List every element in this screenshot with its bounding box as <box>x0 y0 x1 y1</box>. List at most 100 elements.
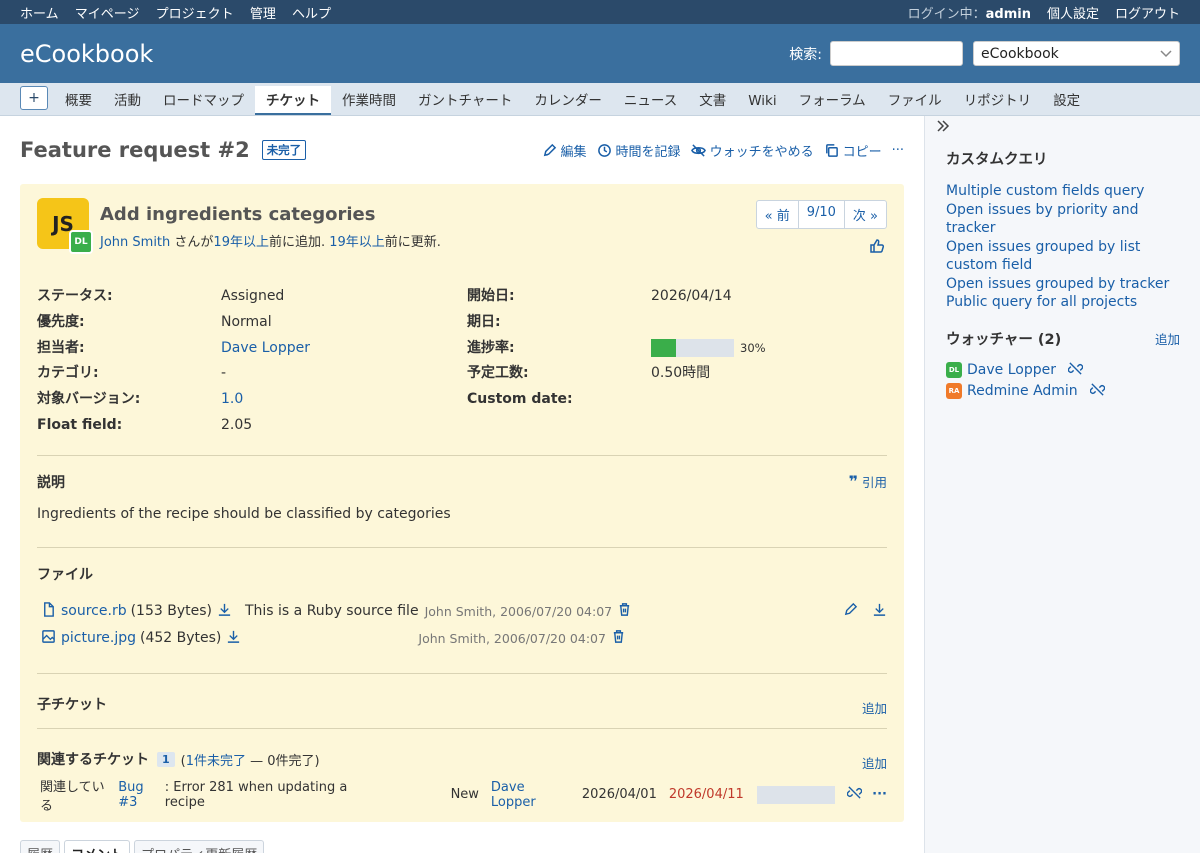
tab-history[interactable]: 履歴 <box>20 840 61 853</box>
sidebar: カスタムクエリ Multiple custom fields query Ope… <box>924 116 1200 853</box>
quote-label: 引用 <box>861 475 887 491</box>
added-ago-link[interactable]: 19年以上 <box>213 235 269 250</box>
tab-wiki[interactable]: Wiki <box>737 86 787 115</box>
top-menu-left: ホーム マイページ プロジェクト 管理 ヘルプ <box>20 3 343 22</box>
tab-files[interactable]: ファイル <box>877 86 953 115</box>
subtasks-head: 子チケット 追加 <box>37 692 887 717</box>
custom-query-link[interactable]: Multiple custom fields query <box>946 182 1180 201</box>
collapse-sidebar-icon[interactable] <box>936 120 1180 136</box>
top-menu: ホーム マイページ プロジェクト 管理 ヘルプ ログイン中：admin 個人設定… <box>0 0 1200 24</box>
remove-watcher-icon[interactable] <box>1056 361 1084 380</box>
top-menu-admin[interactable]: 管理 <box>250 7 276 22</box>
top-menu-home[interactable]: ホーム <box>20 7 59 22</box>
issue-attributes: ステータス: Assigned 開始日: 2026/04/14 優先度: Nor… <box>37 284 887 439</box>
status-value: Assigned <box>221 288 285 304</box>
unlink-icon[interactable] <box>846 785 863 804</box>
related-issue-start: 2026/04/01 <box>581 787 657 803</box>
priority-label: 優先度: <box>37 313 85 330</box>
my-account-link[interactable]: 個人設定 <box>1047 3 1099 22</box>
assignee-label: 担当者: <box>37 339 85 356</box>
download-all-icon[interactable] <box>872 602 887 621</box>
target-version-link[interactable]: 1.0 <box>221 391 243 407</box>
top-menu-my-page[interactable]: マイページ <box>75 7 140 22</box>
more-actions-button[interactable]: ··· <box>892 143 904 158</box>
relations-open-link[interactable]: 1件未完了 <box>186 754 246 769</box>
more-dots-icon: ··· <box>891 142 904 158</box>
previous-issue-button[interactable]: « 前 <box>757 201 799 228</box>
relation-more-dots-icon[interactable]: ··· <box>872 787 887 802</box>
float-field-value: 2.05 <box>221 416 253 433</box>
trash-icon[interactable] <box>611 629 626 648</box>
add-watcher-link[interactable]: 追加 <box>1155 329 1180 348</box>
custom-query-link[interactable]: Open issues grouped by list custom field <box>946 238 1180 275</box>
thumbs-up-icon[interactable] <box>869 238 885 258</box>
remove-watcher-icon[interactable] <box>1078 382 1105 401</box>
tab-activity[interactable]: 活動 <box>103 86 152 115</box>
copy-button[interactable]: コピー <box>824 141 882 160</box>
related-issue-link[interactable]: Bug #3 <box>118 780 165 810</box>
search-input[interactable] <box>830 41 963 66</box>
log-time-button[interactable]: 時間を記録 <box>597 141 681 160</box>
watcher-link[interactable]: Redmine Admin <box>967 383 1078 399</box>
relations-count-badge: 1 <box>157 751 175 767</box>
quick-search: 検索: eCookbook <box>789 41 1180 66</box>
assignee-link[interactable]: Dave Lopper <box>221 340 310 356</box>
next-issue-button[interactable]: 次 » <box>845 201 886 228</box>
watchers-heading: ウォッチャー (2) <box>946 331 1062 348</box>
file-meta: John Smith, 2006/07/20 04:07 <box>418 630 606 646</box>
issue-title: Feature request #2 <box>20 138 250 162</box>
assignee-avatar: DL <box>69 230 93 254</box>
add-subtask-link[interactable]: 追加 <box>862 698 887 717</box>
watcher-item: RA Redmine Admin <box>946 381 1180 402</box>
pencil-icon[interactable] <box>843 602 858 621</box>
project-jump-select[interactable]: eCookbook <box>973 41 1180 66</box>
tab-news[interactable]: ニュース <box>613 86 688 115</box>
relation-type: 関連している <box>40 779 105 814</box>
top-menu-projects[interactable]: プロジェクト <box>156 7 234 22</box>
top-menu-help[interactable]: ヘルプ <box>292 7 331 22</box>
related-issue-status: New <box>450 787 479 803</box>
tab-documents[interactable]: 文書 <box>688 86 737 115</box>
unwatch-button[interactable]: ウォッチをやめる <box>690 141 814 160</box>
tab-property-changes[interactable]: プロパティ更新履歴 <box>134 840 265 853</box>
add-relation-link[interactable]: 追加 <box>862 753 887 772</box>
tab-overview[interactable]: 概要 <box>54 86 103 115</box>
logged-in-user[interactable]: admin <box>986 7 1031 22</box>
logout-link[interactable]: ログアウト <box>1115 3 1180 22</box>
tab-time-entries[interactable]: 作業時間 <box>331 86 407 115</box>
tab-roadmap[interactable]: ロードマップ <box>152 86 255 115</box>
tab-calendar[interactable]: カレンダー <box>523 86 613 115</box>
description-text: Ingredients of the recipe should be clas… <box>37 505 451 522</box>
related-issue-assignee[interactable]: Dave Lopper <box>491 780 570 810</box>
issue-subject-row: JS DL Add ingredients categories John Sm… <box>37 198 887 266</box>
custom-query-link[interactable]: Open issues grouped by tracker <box>946 275 1180 294</box>
description-heading: 説明 <box>37 474 65 491</box>
added-suffix: 前に追加. <box>268 235 326 250</box>
new-object-button[interactable]: + <box>20 86 48 110</box>
target-version-label: 対象バージョン: <box>37 391 141 408</box>
download-icon[interactable] <box>217 602 232 621</box>
tab-settings[interactable]: 設定 <box>1042 86 1091 115</box>
tab-issues[interactable]: チケット <box>255 86 331 115</box>
download-icon[interactable] <box>226 629 241 648</box>
custom-query-link[interactable]: Open issues by priority and tracker <box>946 201 1180 238</box>
image-icon <box>41 629 56 648</box>
watcher-item: DL Dave Lopper <box>946 360 1180 381</box>
trash-icon[interactable] <box>617 602 632 621</box>
tab-notes[interactable]: コメント <box>64 840 131 853</box>
tab-gantt[interactable]: ガントチャート <box>407 86 523 115</box>
project-title[interactable]: eCookbook <box>20 40 153 68</box>
copy-label: コピー <box>842 144 882 160</box>
file-link-picture-jpg[interactable]: picture.jpg <box>61 630 136 646</box>
updated-ago-link[interactable]: 19年以上 <box>329 235 385 250</box>
author-link[interactable]: John Smith <box>100 235 170 250</box>
tab-forums[interactable]: フォーラム <box>788 86 877 115</box>
issue-position[interactable]: 9/10 <box>799 201 845 228</box>
due-date-value <box>651 310 851 336</box>
custom-query-link[interactable]: Public query for all projects <box>946 293 1180 312</box>
file-link-source-rb[interactable]: source.rb <box>61 603 127 619</box>
edit-button[interactable]: 編集 <box>542 141 587 160</box>
quote-button[interactable]: ❞ 引用 <box>849 472 887 491</box>
watcher-link[interactable]: Dave Lopper <box>967 362 1056 378</box>
tab-repository[interactable]: リポジトリ <box>953 86 1043 115</box>
